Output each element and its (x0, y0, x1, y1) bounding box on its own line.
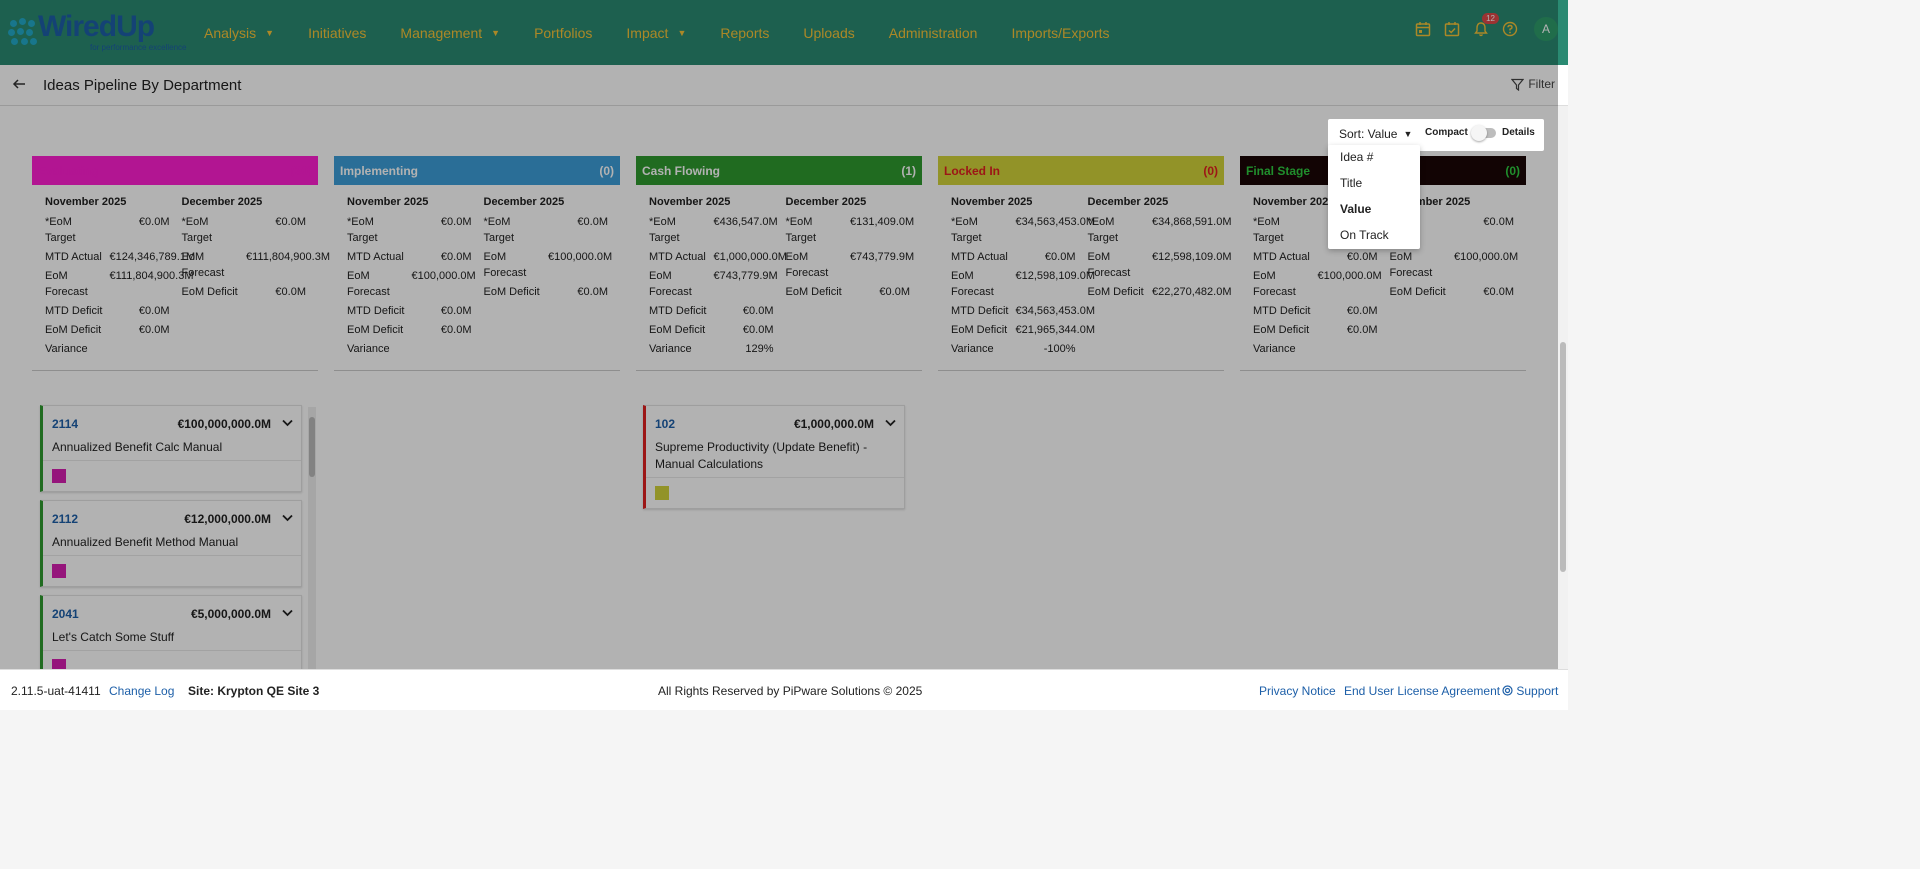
sort-option-value[interactable]: Value (1328, 197, 1420, 223)
modal-backdrop[interactable] (0, 0, 1558, 669)
compact-label: Compact (1425, 127, 1468, 138)
version-text: 2.11.5-uat-41411 (11, 684, 101, 698)
sort-label: Sort: Value (1339, 127, 1398, 141)
sort-dropdown-menu: Idea # Title Value On Track (1328, 145, 1420, 249)
page-scroll-thumb[interactable] (1560, 342, 1566, 572)
details-label: Details (1502, 127, 1535, 138)
sort-dropdown-button[interactable]: Sort: Value ▼ (1339, 127, 1412, 141)
page-footer: 2.11.5-uat-41411 Change Log Site: Krypto… (0, 669, 1568, 710)
sort-option-idea[interactable]: Idea # (1328, 145, 1420, 171)
toggle-knob (1471, 125, 1487, 141)
sort-option-on-track[interactable]: On Track (1328, 223, 1420, 249)
compact-details-toggle[interactable] (1471, 125, 1496, 141)
support-icon (1502, 685, 1513, 696)
changelog-link[interactable]: Change Log (109, 684, 174, 698)
eula-link[interactable]: End User License Agreement (1344, 684, 1500, 698)
sort-option-title[interactable]: Title (1328, 171, 1420, 197)
copyright-text: All Rights Reserved by PiPware Solutions… (658, 684, 923, 698)
site-name: Site: Krypton QE Site 3 (188, 684, 320, 698)
support-label: Support (1516, 684, 1559, 698)
support-link[interactable]: Support (1502, 684, 1558, 698)
privacy-notice-link[interactable]: Privacy Notice (1259, 684, 1336, 698)
page-scrollbar[interactable] (1558, 106, 1568, 669)
caret-down-icon: ▼ (1403, 129, 1413, 139)
